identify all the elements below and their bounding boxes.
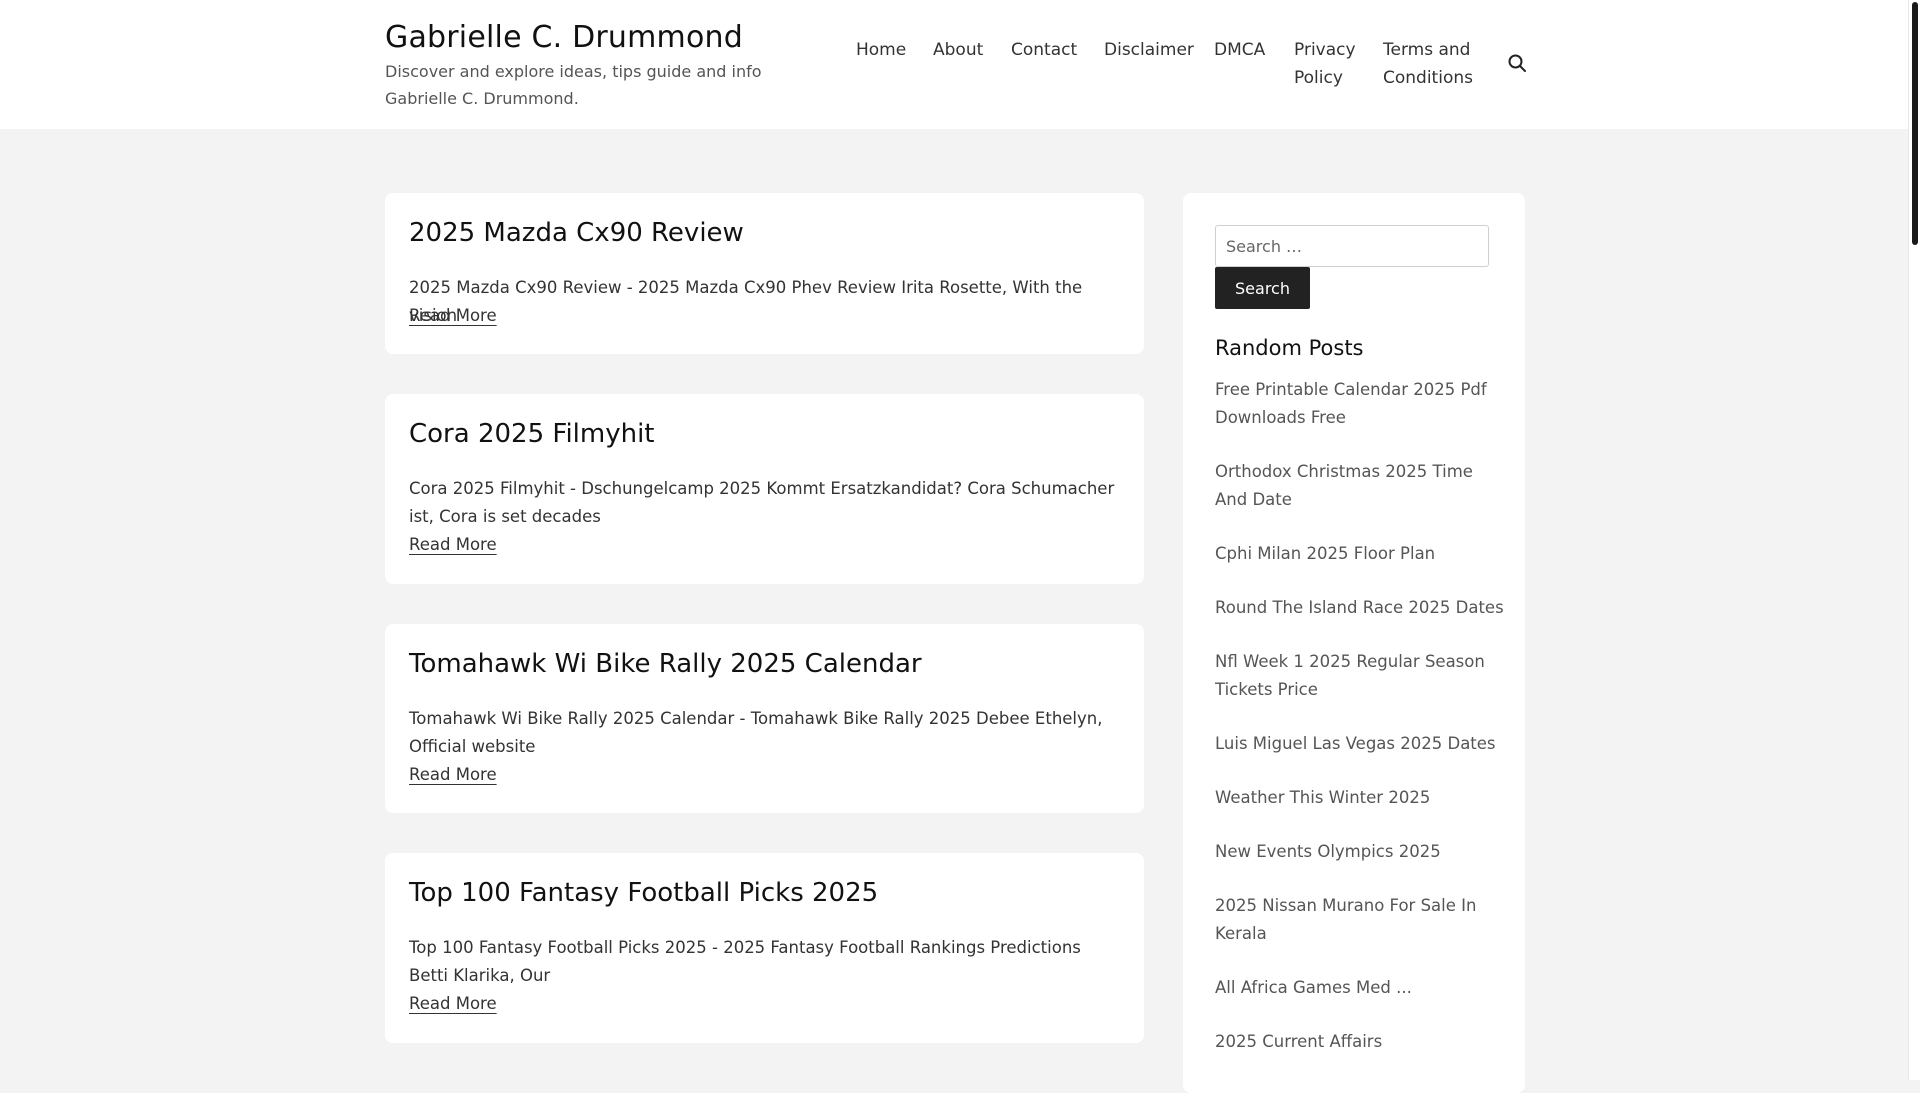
random-posts-title: Random Posts — [1215, 336, 1364, 360]
site-header: Gabrielle C. Drummond Discover and explo… — [0, 0, 1908, 129]
read-more-link[interactable]: Read More — [409, 761, 497, 789]
search-button[interactable]: Search — [1215, 267, 1310, 309]
scrollbar-thumb[interactable] — [1912, 2, 1918, 245]
site-description: Discover and explore ideas, tips guide a… — [385, 62, 762, 108]
search-icon[interactable] — [1506, 52, 1528, 74]
post-title[interactable]: Cora 2025 Filmyhit — [409, 416, 655, 452]
post-excerpt: Tomahawk Wi Bike Rally 2025 Calendar - T… — [409, 709, 1103, 756]
random-post-link[interactable]: New Events Olympics 2025 — [1215, 838, 1505, 866]
post-title[interactable]: Tomahawk Wi Bike Rally 2025 Calendar — [409, 646, 922, 682]
site-branding: Gabrielle C. Drummond Discover and explo… — [385, 18, 825, 112]
page-scrollbar[interactable] — [1908, 0, 1920, 1080]
post-excerpt: 2025 Mazda Cx90 Review - 2025 Mazda Cx90… — [409, 278, 1083, 325]
search-input[interactable] — [1215, 225, 1489, 267]
random-post-link[interactable]: Orthodox Christmas 2025 Time And Date — [1215, 458, 1505, 514]
random-post-link[interactable]: Nfl Week 1 2025 Regular Season Tickets P… — [1215, 648, 1505, 704]
nav-item-privacy-policy[interactable]: Privacy Policy — [1294, 36, 1364, 92]
post-card: Top 100 Fantasy Football Picks 2025 Top … — [385, 853, 1144, 1043]
nav-item-disclaimer[interactable]: Disclaimer — [1104, 36, 1194, 64]
random-post-link[interactable]: Round The Island Race 2025 Dates — [1215, 594, 1505, 622]
post-card: 2025 Mazda Cx90 Review 2025 Mazda Cx90 R… — [385, 193, 1144, 354]
random-post-link[interactable]: Free Printable Calendar 2025 Pdf Downloa… — [1215, 376, 1505, 432]
nav-item-contact[interactable]: Contact — [1011, 36, 1077, 64]
random-post-link[interactable]: 2025 Nissan Murano For Sale In Kerala — [1215, 892, 1505, 948]
post-card: Tomahawk Wi Bike Rally 2025 Calendar Tom… — [385, 624, 1144, 813]
random-post-link[interactable]: Luis Miguel Las Vegas 2025 Dates — [1215, 730, 1505, 758]
nav-item-home[interactable]: Home — [856, 36, 906, 64]
site-title[interactable]: Gabrielle C. Drummond — [385, 18, 825, 58]
read-more-link[interactable]: Read More — [409, 302, 497, 330]
nav-item-terms-and-conditions[interactable]: Terms and Conditions — [1383, 36, 1483, 92]
post-excerpt: Cora 2025 Filmyhit - Dschungelcamp 2025 … — [409, 479, 1115, 526]
nav-item-about[interactable]: About — [933, 36, 983, 64]
random-post-link[interactable]: Cphi Milan 2025 Floor Plan — [1215, 540, 1505, 568]
post-title[interactable]: 2025 Mazda Cx90 Review — [409, 215, 744, 251]
nav-item-dmca[interactable]: DMCA — [1214, 36, 1265, 64]
read-more-link[interactable]: Read More — [409, 990, 497, 1018]
random-post-link[interactable]: 2025 Current Affairs — [1215, 1028, 1505, 1056]
random-post-link[interactable]: Weather This Winter 2025 — [1215, 784, 1505, 812]
read-more-link[interactable]: Read More — [409, 531, 497, 559]
sidebar: Search Random Posts Free Printable Calen… — [1183, 193, 1525, 1093]
post-card: Cora 2025 Filmyhit Cora 2025 Filmyhit - … — [385, 394, 1144, 584]
post-title[interactable]: Top 100 Fantasy Football Picks 2025 — [409, 875, 878, 911]
post-excerpt: Top 100 Fantasy Football Picks 2025 - 20… — [409, 938, 1081, 985]
random-post-link[interactable]: All Africa Games Med ... — [1215, 974, 1505, 1002]
